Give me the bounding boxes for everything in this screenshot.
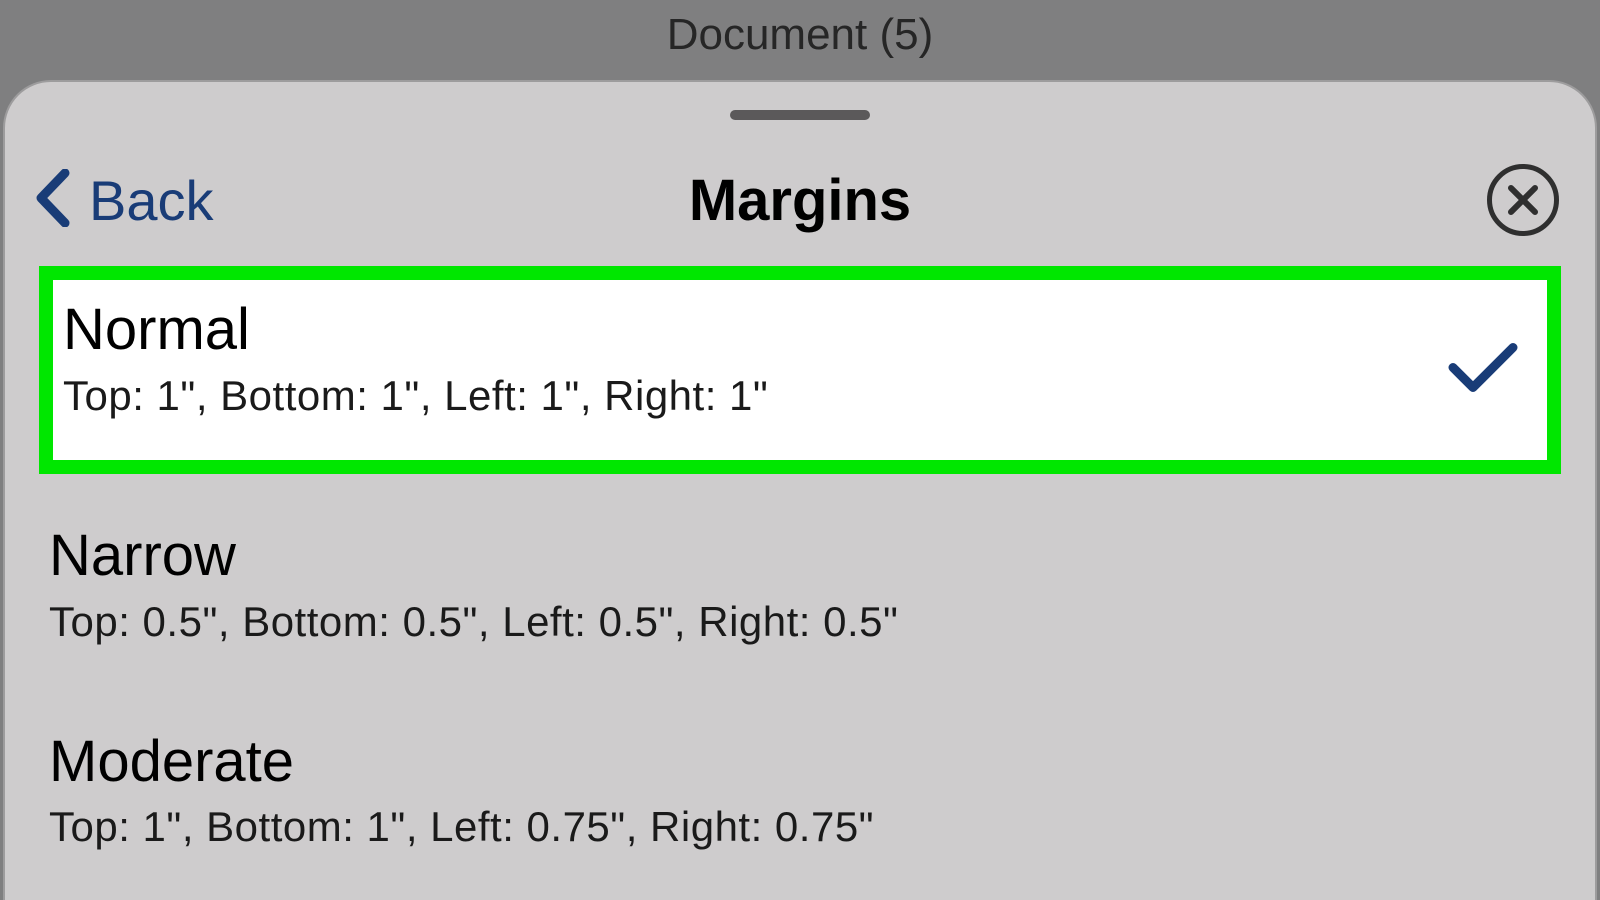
option-desc: Top: 1", Bottom: 1", Left: 0.75", Right:… [49,803,1551,851]
document-title: Document (5) [0,0,1600,60]
margins-sheet: Back Margins Normal Top: 1", Bottom: 1",… [3,80,1597,900]
option-name: Narrow [49,524,1551,588]
back-button[interactable]: Back [33,168,214,233]
sheet-grabber[interactable] [730,110,870,120]
close-button[interactable] [1487,164,1559,236]
option-desc: Top: 1", Bottom: 1", Left: 1", Right: 1" [63,372,1537,420]
option-name: Normal [63,298,1537,362]
checkmark-icon [1447,339,1519,400]
margin-options-list: Normal Top: 1", Bottom: 1", Left: 1", Ri… [5,266,1595,885]
sheet-title: Margins [689,167,911,234]
option-name: Moderate [49,730,1551,794]
chevron-left-icon [33,169,73,232]
sheet-nav: Back Margins [5,164,1595,266]
option-desc: Top: 0.5", Bottom: 0.5", Left: 0.5", Rig… [49,598,1551,646]
back-label: Back [89,168,214,233]
margin-option-moderate[interactable]: Moderate Top: 1", Bottom: 1", Left: 0.75… [39,706,1561,886]
margin-option-narrow[interactable]: Narrow Top: 0.5", Bottom: 0.5", Left: 0.… [39,500,1561,680]
margin-option-normal[interactable]: Normal Top: 1", Bottom: 1", Left: 1", Ri… [39,266,1561,474]
